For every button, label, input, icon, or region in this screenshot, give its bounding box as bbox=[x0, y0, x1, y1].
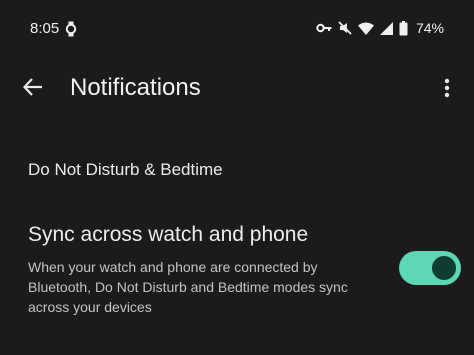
sync-title: Sync across watch and phone bbox=[28, 223, 309, 246]
watch-icon bbox=[65, 21, 77, 37]
sync-setting-row[interactable]: Sync across watch and phone When your wa… bbox=[0, 215, 474, 325]
sync-toggle[interactable] bbox=[399, 251, 461, 285]
sync-description: When your watch and phone are connected … bbox=[28, 259, 348, 315]
battery-icon bbox=[399, 20, 408, 35]
mute-icon bbox=[338, 21, 352, 35]
more-options-button[interactable] bbox=[434, 73, 460, 103]
arrow-back-icon bbox=[22, 78, 42, 96]
dnd-bedtime-label: Do Not Disturb & Bedtime bbox=[28, 160, 223, 179]
signal-icon bbox=[379, 21, 393, 35]
status-time: 8:05 bbox=[30, 20, 60, 37]
toggle-knob bbox=[432, 256, 456, 280]
status-icons: 74% bbox=[316, 20, 444, 36]
back-button[interactable] bbox=[18, 72, 48, 102]
more-vert-icon bbox=[444, 78, 450, 98]
key-icon bbox=[316, 23, 332, 33]
dnd-bedtime-setting[interactable]: Do Not Disturb & Bedtime bbox=[28, 160, 223, 180]
wifi-icon bbox=[357, 22, 374, 35]
battery-percentage: 74% bbox=[415, 20, 444, 36]
page-title: Notifications bbox=[70, 74, 201, 101]
status-bar: 8:05 74% bbox=[0, 0, 474, 58]
app-bar: Notifications bbox=[0, 58, 474, 122]
